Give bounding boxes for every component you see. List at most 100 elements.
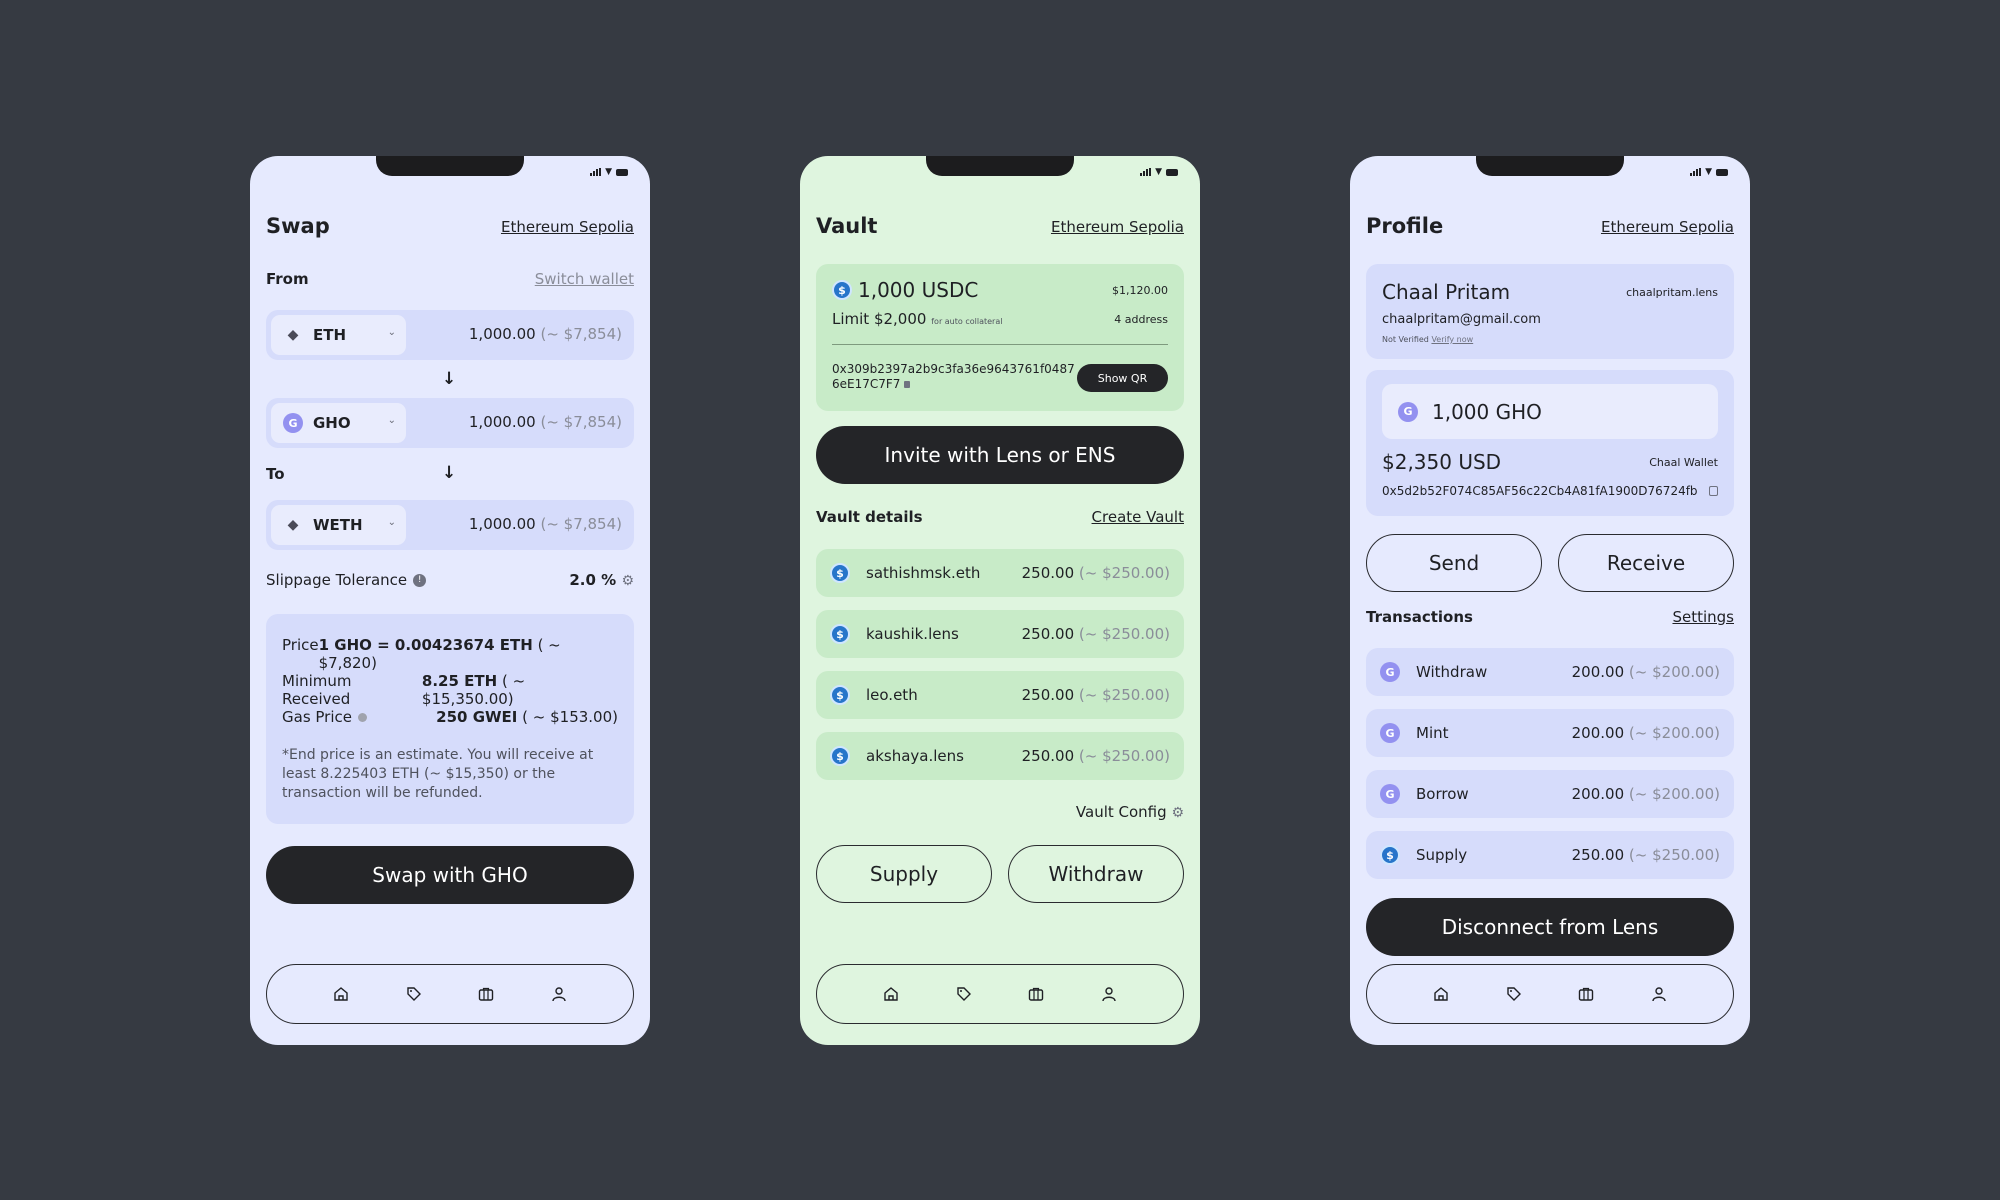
- card-divider: [832, 344, 1168, 345]
- invite-button[interactable]: Invite with Lens or ENS: [816, 426, 1184, 484]
- network-link[interactable]: Ethereum Sepolia: [1051, 218, 1184, 236]
- vault-limit: Limit $2,000 for auto collateral: [832, 310, 1003, 328]
- token-amount[interactable]: 1,000.00 (~ $7,854): [469, 413, 622, 431]
- price-summary-card: Price 1 GHO = 0.00423674 ETH ( ~ $7,820)…: [266, 614, 634, 824]
- copy-icon[interactable]: [1709, 486, 1718, 496]
- gho-balance: G 1,000 GHO: [1382, 384, 1718, 439]
- list-item[interactable]: $ akshaya.lens 250.00 (~ $250.00): [816, 732, 1184, 780]
- copy-icon[interactable]: [904, 381, 911, 388]
- swap-button[interactable]: Swap with GHO: [266, 846, 634, 904]
- usdc-coin-icon: $: [1380, 845, 1400, 865]
- info-icon[interactable]: [358, 713, 367, 722]
- network-link[interactable]: Ethereum Sepolia: [1601, 218, 1734, 236]
- vault-balance-card: $ 1,000 USDC $1,120.00 Limit $2,000 for …: [816, 264, 1184, 411]
- token-row-eth: ◆ ETH ⌄ 1,000.00 (~ $7,854): [266, 310, 634, 360]
- list-item[interactable]: $ sathishmsk.eth 250.00 (~ $250.00): [816, 549, 1184, 597]
- wallet-icon[interactable]: [1577, 985, 1595, 1003]
- home-icon[interactable]: [332, 985, 350, 1003]
- vault-details-label: Vault details: [816, 508, 923, 526]
- vault-balance-usd: $1,120.00: [1112, 284, 1168, 297]
- usdc-coin-icon: $: [830, 746, 850, 766]
- tag-icon[interactable]: [955, 985, 973, 1003]
- token-symbol: WETH: [313, 516, 363, 534]
- send-button[interactable]: Send: [1366, 534, 1542, 592]
- page-title: Swap: [266, 214, 330, 238]
- table-row[interactable]: $ Supply 250.00 (~ $250.00): [1366, 831, 1734, 879]
- gho-coin-icon: G: [1380, 662, 1400, 682]
- supply-button[interactable]: Supply: [816, 845, 992, 903]
- gear-icon[interactable]: ⚙: [621, 573, 634, 589]
- vault-config-link[interactable]: Vault Config ⚙: [1076, 803, 1184, 821]
- address-count: 4 address: [1114, 313, 1168, 326]
- home-icon[interactable]: [882, 985, 900, 1003]
- chevron-down-icon: ⌄: [387, 415, 396, 426]
- tag-icon[interactable]: [1505, 985, 1523, 1003]
- price-line: Price 1 GHO = 0.00423674 ETH ( ~ $7,820): [282, 636, 561, 672]
- wallet-label: Chaal Wallet: [1649, 456, 1718, 469]
- bottom-nav: [1366, 964, 1734, 1024]
- settings-link[interactable]: Settings: [1672, 608, 1734, 626]
- gho-coin-icon: G: [283, 413, 303, 433]
- wallet-icon[interactable]: [1027, 985, 1045, 1003]
- token-select-eth[interactable]: ◆ ETH ⌄: [271, 315, 406, 355]
- info-icon[interactable]: !: [413, 574, 427, 587]
- list-item[interactable]: $ kaushik.lens 250.00 (~ $250.00): [816, 610, 1184, 658]
- table-row[interactable]: G Mint 200.00 (~ $200.00): [1366, 709, 1734, 757]
- table-row[interactable]: G Borrow 200.00 (~ $200.00): [1366, 770, 1734, 818]
- profile-email: chaalpritam@gmail.com: [1382, 312, 1541, 327]
- disconnect-button[interactable]: Disconnect from Lens: [1366, 898, 1734, 956]
- home-icon[interactable]: [1432, 985, 1450, 1003]
- receive-button[interactable]: Receive: [1558, 534, 1734, 592]
- from-label: From: [266, 270, 309, 288]
- token-select-weth[interactable]: ◆ WETH ⌄: [271, 505, 406, 545]
- table-row[interactable]: G Withdraw 200.00 (~ $200.00): [1366, 648, 1734, 696]
- to-label: To: [266, 465, 285, 483]
- slippage-label: Slippage Tolerance!: [266, 571, 427, 589]
- user-icon[interactable]: [1650, 985, 1668, 1003]
- token-amount[interactable]: 1,000.00 (~ $7,854): [469, 515, 622, 533]
- lens-handle: chaalpritam.lens: [1626, 286, 1718, 299]
- slippage-value[interactable]: 2.0 % ⚙: [569, 571, 634, 589]
- usd-balance: $2,350 USD: [1382, 450, 1502, 474]
- chevron-down-icon: ⌄: [387, 517, 396, 528]
- page-title: Vault: [816, 214, 878, 238]
- withdraw-button[interactable]: Withdraw: [1008, 845, 1184, 903]
- wallet-address[interactable]: 0x5d2b52F074C85AF56c22Cb4A81fA1900D76724…: [1382, 484, 1698, 498]
- gear-icon[interactable]: ⚙: [1171, 805, 1184, 821]
- bottom-nav: [816, 964, 1184, 1024]
- arrow-down-icon[interactable]: ↓: [442, 369, 456, 389]
- token-row-gho: G GHO ⌄ 1,000.00 (~ $7,854): [266, 398, 634, 448]
- bottom-nav: [266, 964, 634, 1024]
- profile-card: Chaal Pritam chaalpritam.lens chaalprita…: [1366, 264, 1734, 359]
- show-qr-button[interactable]: Show QR: [1077, 364, 1168, 392]
- chevron-down-icon: ⌄: [387, 327, 396, 338]
- gho-coin-icon: G: [1398, 401, 1418, 422]
- profile-screen: ▼ Profile Ethereum Sepolia Chaal Pritam …: [1350, 156, 1750, 1045]
- list-item[interactable]: $ leo.eth 250.00 (~ $250.00): [816, 671, 1184, 719]
- vault-address[interactable]: 0x309b2397a2b9c3fa36e9643761f0487 6eE17C…: [832, 362, 1075, 392]
- balance-card: G 1,000 GHO $2,350 USD Chaal Wallet 0x5d…: [1366, 370, 1734, 516]
- token-row-weth: ◆ WETH ⌄ 1,000.00 (~ $7,854): [266, 500, 634, 550]
- switch-wallet-link[interactable]: Switch wallet: [535, 270, 634, 288]
- network-link[interactable]: Ethereum Sepolia: [501, 218, 634, 236]
- eth-icon: ◆: [283, 325, 303, 345]
- vault-screen: ▼ Vault Ethereum Sepolia $ 1,000 USDC $1…: [800, 156, 1200, 1045]
- token-symbol: ETH: [313, 326, 347, 344]
- user-icon[interactable]: [1100, 985, 1118, 1003]
- gas-price-line: Gas Price 250 GWEI ( ~ $153.00): [282, 708, 618, 726]
- usdc-coin-icon: $: [830, 563, 850, 583]
- vault-balance: $ 1,000 USDC: [832, 278, 978, 302]
- arrow-down-icon[interactable]: ↓: [442, 463, 456, 483]
- tag-icon[interactable]: [405, 985, 423, 1003]
- transactions-label: Transactions: [1366, 608, 1473, 626]
- swap-screen: ▼ Swap Ethereum Sepolia From Switch wall…: [250, 156, 650, 1045]
- user-icon[interactable]: [550, 985, 568, 1003]
- token-select-gho[interactable]: G GHO ⌄: [271, 403, 406, 443]
- gho-coin-icon: G: [1380, 723, 1400, 743]
- estimate-note: *End price is an estimate. You will rece…: [282, 747, 594, 801]
- token-symbol: GHO: [313, 414, 351, 432]
- verify-now-link[interactable]: Verify now: [1431, 335, 1473, 344]
- token-amount[interactable]: 1,000.00 (~ $7,854): [469, 325, 622, 343]
- wallet-icon[interactable]: [477, 985, 495, 1003]
- create-vault-link[interactable]: Create Vault: [1092, 508, 1184, 526]
